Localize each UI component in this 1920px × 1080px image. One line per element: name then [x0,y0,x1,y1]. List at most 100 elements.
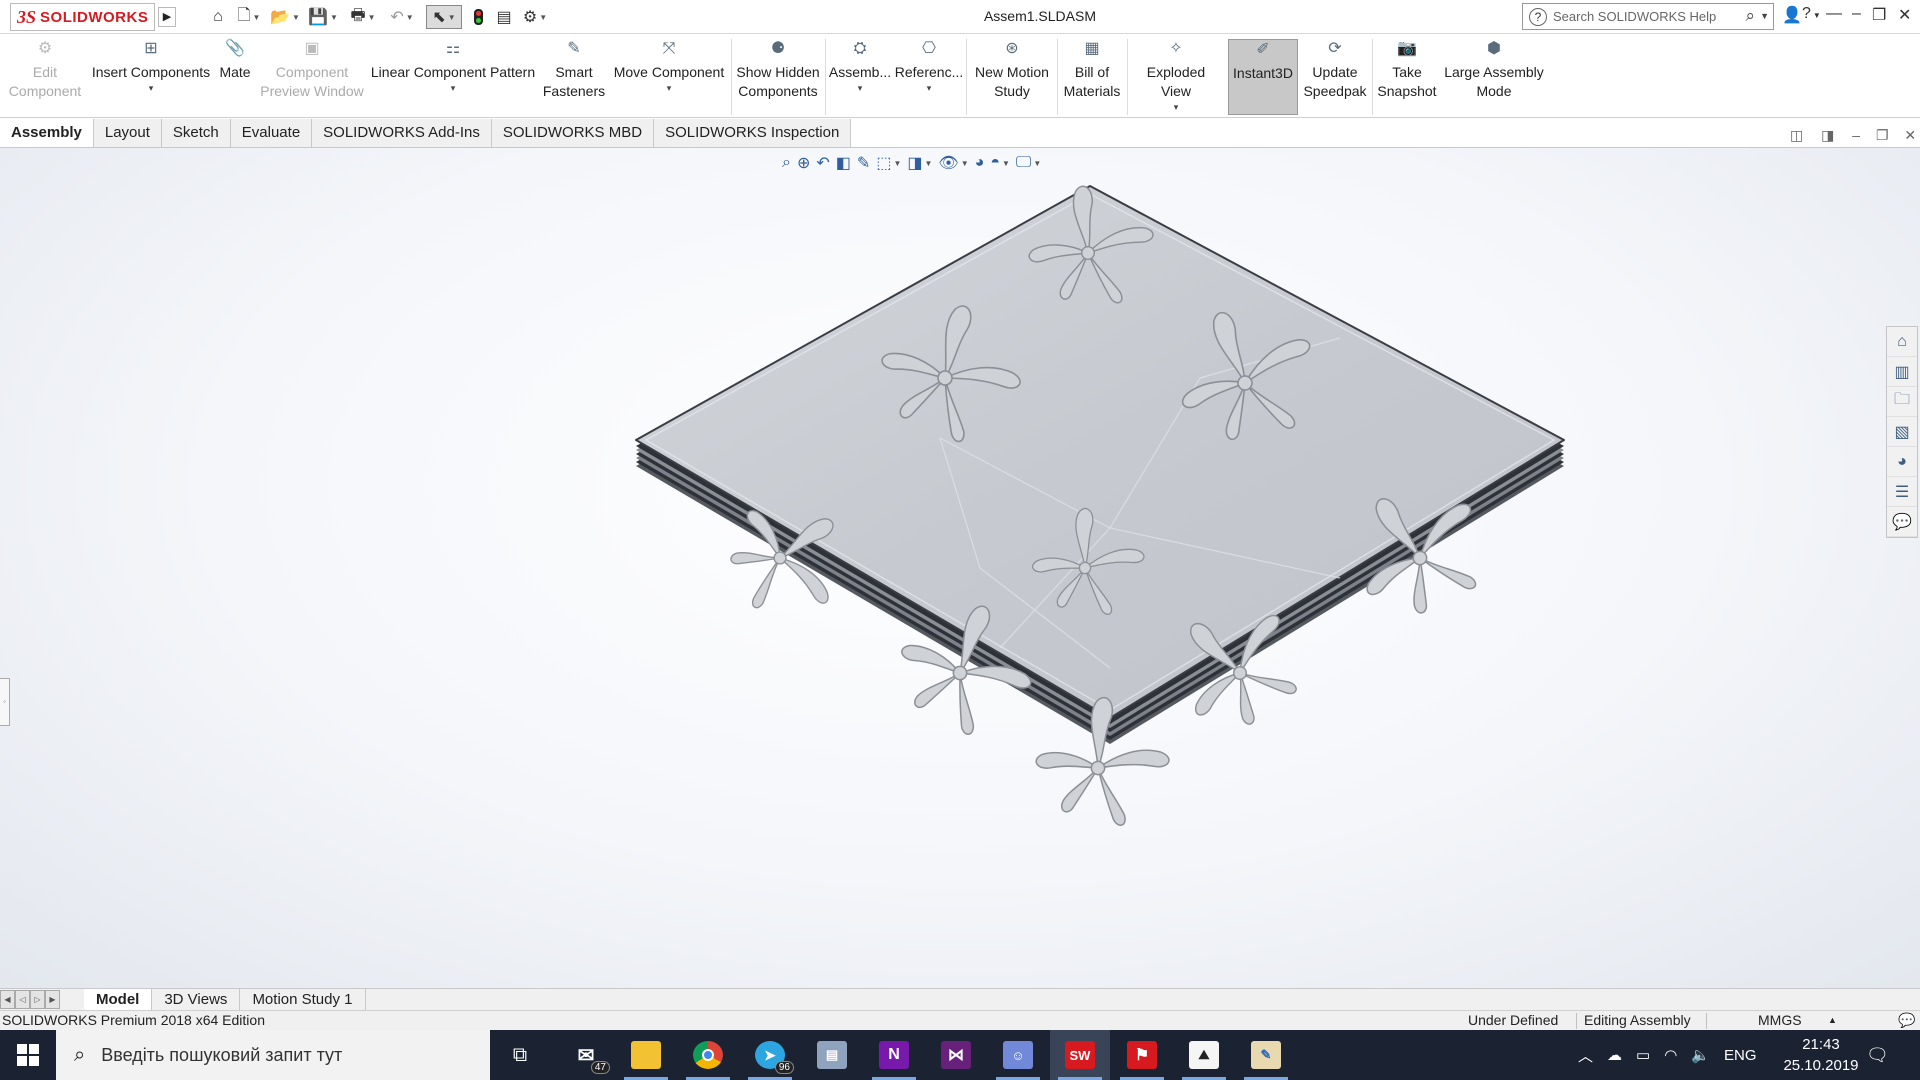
print-icon[interactable]: 🖶 ▼ [346,5,380,29]
assembly-features-button[interactable]: ⛭ Assemb... ▾ [828,39,892,115]
first-tab-icon[interactable]: ◀ [0,990,15,1009]
chevron-down-icon[interactable]: ▾ [667,82,672,94]
open-icon[interactable]: 📂 ▼ [270,5,300,29]
chevron-down-icon[interactable]: ▾ [927,82,932,94]
chevron-down-icon[interactable]: ▾ [1174,101,1179,113]
help-search-field[interactable]: ? Search SOLIDWORKS Help ⌕ ▼ [1522,3,1774,30]
graphics-area[interactable]: ◦ ⌂ ▥ 🗀 ▧ ◕ ☰ 💬 Y X Z [0,148,1920,1080]
tab-motion-study-1[interactable]: Motion Study 1 [240,989,366,1011]
start-button[interactable] [0,1030,56,1080]
apply-scene-icon[interactable]: ◓ [990,154,1000,172]
reference-geometry-button[interactable]: ⎔ Referenc... ▾ [895,39,963,115]
bill-of-materials-button[interactable]: ▦ Bill of Materials [1060,39,1124,115]
update-speedpak-button[interactable]: ⟳ Update Speedpak [1302,39,1368,115]
chevron-down-icon[interactable]: ▾ [149,82,154,94]
plate-top-face[interactable] [635,185,1565,719]
search-dropdown-icon[interactable]: ▼ [1760,11,1769,21]
edit-component-button[interactable]: ⚙ Edit Component [4,39,86,115]
show-hidden-icons-chevron-icon[interactable]: ︿ [1578,1045,1593,1066]
mate-button[interactable]: 📎 Mate [216,39,254,115]
new-motion-study-button[interactable]: ⊛ New Motion Study [970,39,1054,115]
instant3d-button[interactable]: ✐ Instant3D [1228,39,1298,115]
next-tab-icon[interactable]: ▷ [30,990,45,1009]
tab-layout[interactable]: Layout [93,119,162,147]
tab-mbd[interactable]: SOLIDWORKS MBD [491,119,655,147]
last-tab-icon[interactable]: ▶ [45,990,60,1009]
take-snapshot-button[interactable]: 📷 Take Snapshot [1376,39,1438,115]
tile-right-icon[interactable]: ◨ [1821,127,1834,143]
taskbar-file-explorer[interactable] [616,1030,676,1080]
taskbar-onenote[interactable]: N [864,1030,924,1080]
tab-evaluate[interactable]: Evaluate [230,119,313,147]
dynamic-annotation-icon[interactable]: ✎ [857,153,870,173]
task-view-button[interactable]: ⧉ [490,1030,550,1080]
assembly-model[interactable] [0,148,1920,988]
select-icon[interactable]: ⬉ ▼ [426,5,462,29]
linear-component-pattern-button[interactable]: ⚏ Linear Component Pattern ▾ [370,39,536,115]
taskbar-mail[interactable]: ✉ 47 [556,1030,616,1080]
tab-3d-views[interactable]: 3D Views [152,989,241,1011]
forum-icon[interactable]: 💬 [1887,507,1917,537]
taskbar-app[interactable]: ▤ [802,1030,862,1080]
save-icon[interactable]: 💾 ▼ [308,5,338,29]
chevron-down-icon[interactable]: ▾ [858,82,863,94]
doc-close-icon[interactable]: ✕ [1904,127,1916,143]
tile-left-icon[interactable]: ◫ [1790,127,1803,143]
menu-expand-arrow-icon[interactable]: ▶ [158,7,176,27]
custom-properties-icon[interactable]: ☰ [1887,477,1917,507]
section-view-icon[interactable]: ◧ [836,153,851,173]
display-style-icon[interactable]: ◨ [907,153,922,173]
smart-fasteners-button[interactable]: ✎ Smart Fasteners [540,39,608,115]
doc-minimize-icon[interactable]: – [1852,127,1860,143]
search-icon[interactable]: ⌕ [1745,6,1755,26]
volume-icon[interactable]: 🔈 [1691,1046,1710,1064]
move-component-button[interactable]: ⤧ Move Component ▾ [610,39,728,115]
wifi-icon[interactable]: ◠ [1664,1046,1677,1064]
tab-inspection[interactable]: SOLIDWORKS Inspection [654,119,852,147]
solidworks-resources-icon[interactable]: ⌂ [1887,327,1917,357]
view-orientation-icon[interactable]: ⬚ [876,153,891,173]
previous-view-icon[interactable]: ↶ [816,153,829,173]
quick-tips-icon[interactable]: 💬 [1898,1011,1915,1030]
help-menu-icon[interactable]: ? ▼ [1802,5,1821,23]
restore-icon[interactable]: ❐ [1872,5,1886,25]
rebuild-icon[interactable] [468,5,488,29]
taskbar-paint[interactable]: ✎ [1236,1030,1296,1080]
unit-system[interactable]: MMGS [1758,1011,1802,1030]
prev-tab-icon[interactable]: ◁ [15,990,30,1009]
feature-manager-handle[interactable]: ◦ [0,678,10,726]
view-settings-icon[interactable]: 🖵 [1016,154,1031,172]
taskbar-visual-studio[interactable]: ⋈ [926,1030,986,1080]
action-center-icon[interactable]: 🗨 [1866,1030,1889,1080]
taskbar-chrome[interactable] [678,1030,738,1080]
tab-add-ins[interactable]: SOLIDWORKS Add-Ins [312,119,492,147]
insert-components-button[interactable]: ⊞ Insert Components ▾ [88,39,214,115]
taskbar-search-box[interactable]: ⌕ Введіть пошуковий запит тут [56,1030,490,1080]
component-preview-window-button[interactable]: ▣ Component Preview Window [256,39,368,115]
zoom-to-area-icon[interactable]: ⊕ [797,153,810,173]
tab-assembly[interactable]: Assembly [0,119,94,147]
exploded-view-button[interactable]: ✧ Exploded View ▾ [1130,39,1222,115]
taskbar-discord[interactable]: ☺ [988,1030,1048,1080]
chevron-down-icon[interactable]: ▾ [451,82,456,94]
appearances-icon[interactable]: ◕ [1887,447,1917,477]
show-hidden-components-button[interactable]: ⚈ Show Hidden Components [734,39,822,115]
taskbar-acrobat[interactable]: ⚑ [1112,1030,1172,1080]
view-palette-icon[interactable]: ▧ [1887,417,1917,447]
new-document-icon[interactable]: 🗋 ▼ [234,5,264,29]
undo-icon[interactable]: ↶ ▼ [386,5,418,29]
options-icon[interactable]: ⚙ ▼ [520,5,550,29]
units-chevron-icon[interactable]: ▲ [1828,1011,1837,1030]
taskbar-photos[interactable]: ⛰ [1174,1030,1234,1080]
doc-restore-icon[interactable]: ❐ [1876,127,1889,143]
edit-appearance-icon[interactable]: ◕ [975,154,985,172]
battery-icon[interactable]: ▭ [1636,1046,1650,1064]
zoom-to-fit-icon[interactable]: ⌕ [782,154,791,172]
taskbar-solidworks[interactable]: SW [1050,1030,1110,1080]
system-clock[interactable]: 21:43 25.10.2019 [1762,1034,1880,1076]
user-account-icon[interactable]: 👤 [1782,5,1802,25]
minimize-icon[interactable]: – [1852,5,1861,23]
large-assembly-mode-button[interactable]: ⬢ Large Assembly Mode [1442,39,1546,115]
file-properties-icon[interactable]: ▤ [494,5,514,29]
tab-model[interactable]: Model [84,989,153,1011]
